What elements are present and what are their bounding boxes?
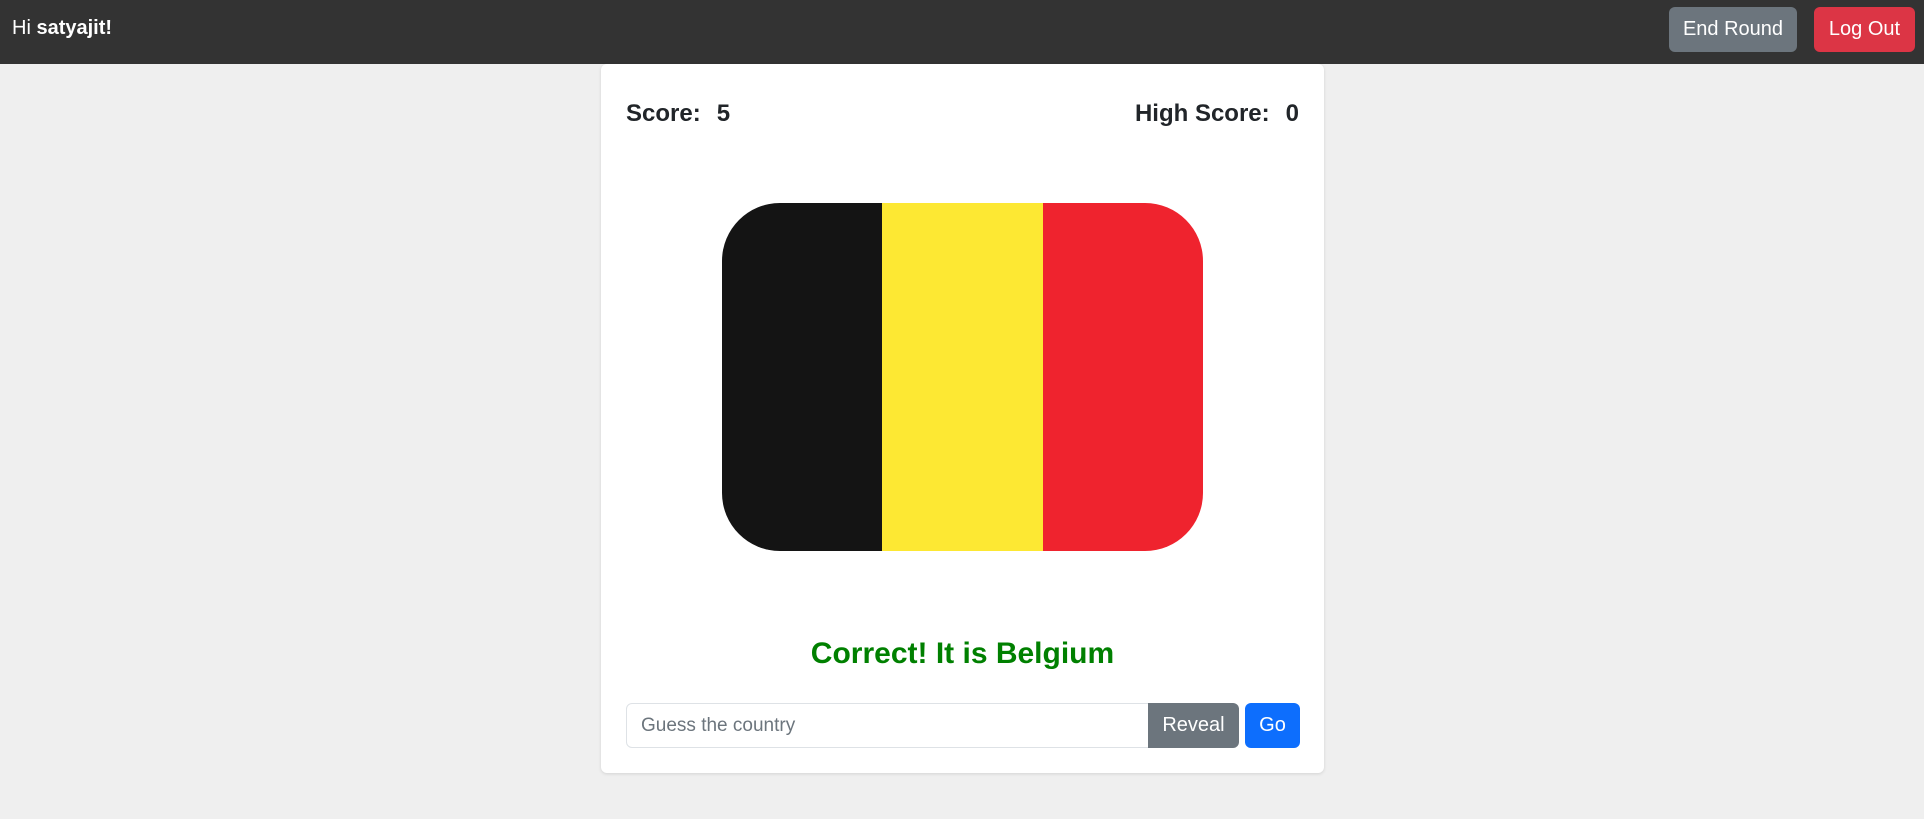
flag-image: [722, 203, 1203, 551]
score-label: Score:: [626, 100, 701, 127]
greeting: Hi satyajit!: [12, 16, 112, 40]
game-card: Score: 5 High Score: 0 Correct! It is Belg…: [601, 64, 1324, 773]
app-root: Hi satyajit! End Round Log Out Score: 5 H…: [0, 0, 1924, 819]
flag-stripe: [722, 203, 883, 551]
high-score-value: 0: [1285, 100, 1299, 127]
top-navbar: Hi satyajit! End Round Log Out: [0, 0, 1924, 64]
flag-stripe: [882, 203, 1043, 551]
flag-stripe: [1042, 203, 1203, 551]
score-value: 5: [716, 100, 731, 127]
username: satyajit!: [36, 17, 113, 39]
go-button[interactable]: Go: [1245, 703, 1300, 748]
result-message: Correct! It is Belgium: [810, 637, 1115, 670]
high-score: High Score: 0: [1135, 99, 1299, 129]
guess-input[interactable]: [626, 703, 1150, 748]
reveal-button[interactable]: Reveal: [1148, 703, 1239, 748]
score: Score: 5: [626, 99, 730, 129]
log-out-button[interactable]: Log Out: [1814, 7, 1915, 52]
greeting-prefix: Hi: [12, 17, 37, 39]
end-round-button[interactable]: End Round: [1669, 7, 1797, 52]
high-score-label: High Score:: [1134, 100, 1270, 127]
